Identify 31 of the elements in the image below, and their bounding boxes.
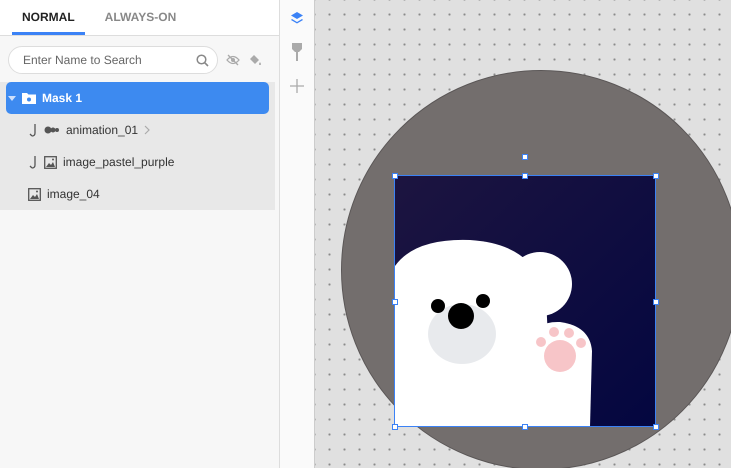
- layer-name: image_04: [47, 187, 100, 201]
- layer-name: Mask 1: [42, 91, 82, 105]
- resize-handle[interactable]: [522, 424, 528, 430]
- plus-icon: [290, 79, 304, 93]
- resize-handle[interactable]: [653, 299, 659, 305]
- dots-icon: [44, 126, 60, 134]
- resize-handle[interactable]: [392, 173, 398, 179]
- layer-row[interactable]: image_pastel_purple: [6, 146, 269, 178]
- search-field[interactable]: Enter Name to Search: [8, 46, 218, 74]
- tab[interactable]: NORMAL: [12, 0, 85, 35]
- resize-handle[interactable]: [653, 424, 659, 430]
- caret-icon[interactable]: [8, 94, 16, 102]
- pin-icon: [292, 43, 302, 61]
- layers-icon: [290, 11, 304, 25]
- resize-handle[interactable]: [653, 173, 659, 179]
- chevron-right-icon[interactable]: [144, 125, 150, 135]
- folder-icon: [22, 92, 36, 104]
- layer-name: image_pastel_purple: [63, 155, 174, 169]
- resize-handle[interactable]: [392, 299, 398, 305]
- image-icon: [28, 188, 41, 200]
- resize-handle[interactable]: [522, 154, 528, 160]
- paint-bucket-icon[interactable]: [248, 54, 262, 66]
- resize-handle[interactable]: [522, 173, 528, 179]
- layer-row[interactable]: animation_01: [6, 114, 269, 146]
- layer-row[interactable]: image_04: [6, 178, 269, 210]
- eye-off-icon[interactable]: [226, 54, 240, 66]
- layer-name: animation_01: [66, 123, 138, 137]
- tab[interactable]: ALWAYS-ON: [94, 0, 186, 35]
- search-icon: [196, 54, 209, 66]
- image-icon: [44, 156, 57, 168]
- resize-handle[interactable]: [392, 424, 398, 430]
